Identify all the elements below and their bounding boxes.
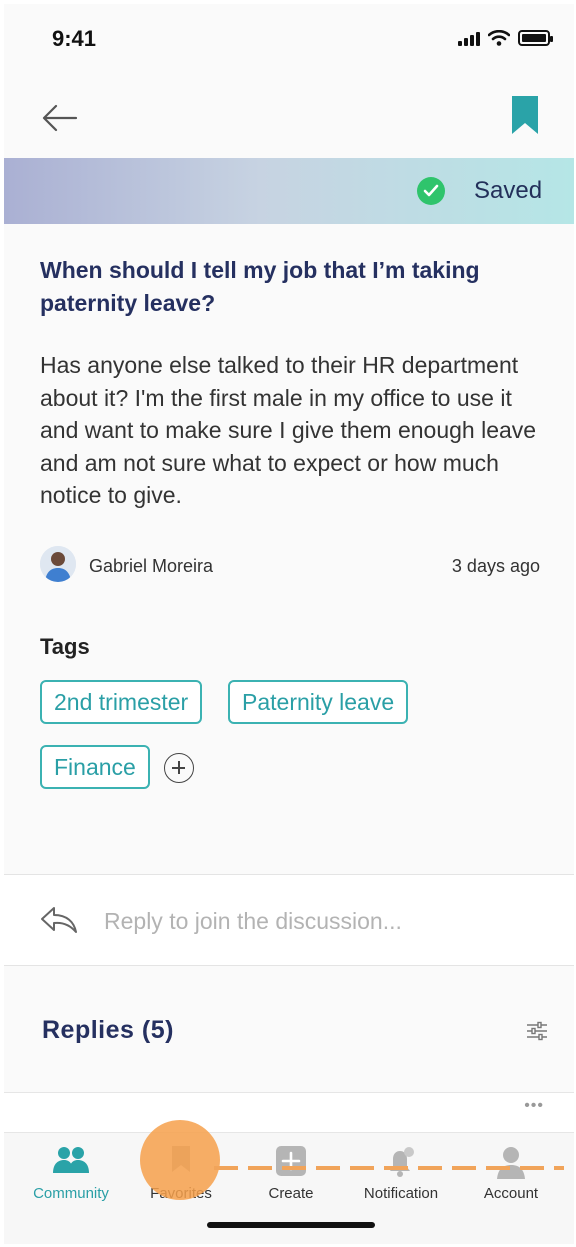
tab-label: Notification [363,1185,439,1202]
tag-chip[interactable]: Paternity leave [228,680,409,724]
nav-bar [4,74,574,158]
bell-icon [390,1147,414,1177]
reply-placeholder: Reply to join the discussion... [104,908,402,934]
status-icons [458,30,553,46]
user-icon [497,1147,525,1179]
tab-notification[interactable]: Notification [346,1133,456,1213]
tab-label: Community [33,1185,109,1202]
avatar[interactable] [40,546,76,582]
question-title: When should I tell my job that I’m takin… [40,257,480,316]
arrow-left-icon [42,104,78,132]
add-tag-button[interactable] [164,753,194,783]
tab-label: Favorites [150,1185,212,1202]
plus-square-icon [276,1146,306,1176]
tags-heading: Tags [40,634,90,659]
saved-banner: Saved [4,158,574,224]
filter-button[interactable] [526,1020,548,1042]
bookmark-icon [512,96,538,134]
tab-create[interactable]: Create [236,1133,346,1213]
check-circle-icon [417,177,445,205]
tab-community[interactable]: Community [16,1133,126,1213]
tab-favorites[interactable]: Favorites [126,1133,236,1213]
tag-chip[interactable]: 2nd trimester [40,680,203,724]
tag-chip[interactable]: Finance [40,745,150,789]
tab-label: Create [268,1185,314,1202]
bookmark-icon [172,1146,190,1172]
saved-label: Saved [474,177,543,204]
post-timestamp: 3 days ago [451,556,540,576]
status-bar: 9:41 [4,4,574,74]
reply-input[interactable]: Reply to join the discussion... [4,874,574,966]
tab-account[interactable]: Account [456,1133,566,1213]
tab-label: Account [483,1185,539,1202]
author-row: Gabriel Moreira 3 days ago [40,546,540,586]
reply-icon [41,907,77,933]
author-name[interactable]: Gabriel Moreira [89,556,213,577]
screen: 9:41 Saved When should I tell my job tha… [4,4,574,1244]
back-button[interactable] [40,102,80,134]
replies-heading: Replies (5) [42,1016,174,1044]
battery-icon [518,30,553,46]
home-indicator[interactable] [207,1222,375,1228]
sliders-icon [527,1021,547,1041]
status-time: 9:41 [52,26,97,51]
community-icon [53,1147,89,1173]
bookmark-button[interactable] [508,94,542,136]
wifi-icon [488,30,510,46]
question-body: Has anyone else talked to their HR depar… [40,352,537,508]
cellular-signal-icon [458,30,480,46]
more-options-icon[interactable]: ••• [524,1097,544,1115]
